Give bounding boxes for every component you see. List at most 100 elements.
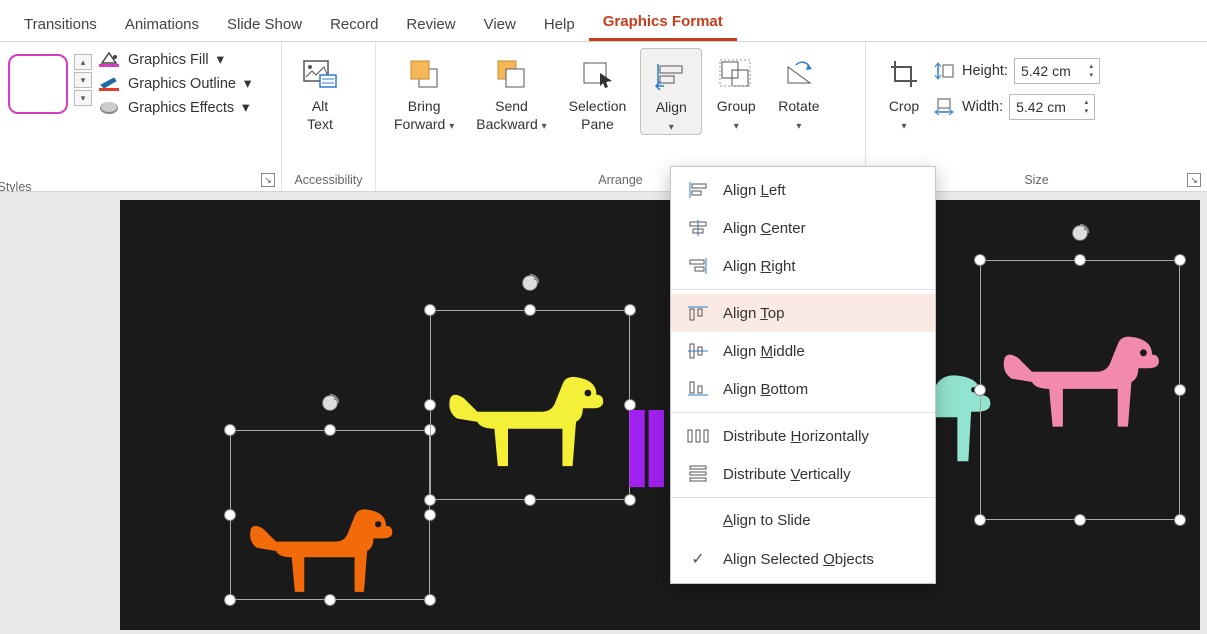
- menu-align-left[interactable]: Align Left: [671, 171, 935, 209]
- spinner-icon[interactable]: ▴▾: [1089, 63, 1093, 79]
- menu-align-to-slide[interactable]: Align to Slide: [671, 502, 935, 539]
- menu-align-selected-label: Align Selected Objects: [723, 551, 874, 568]
- chevron-down-icon: ▾: [449, 121, 454, 132]
- menu-separator: [671, 412, 935, 413]
- height-icon: [934, 62, 956, 80]
- rotate-icon: [779, 54, 819, 94]
- align-bottom-icon: [687, 380, 709, 398]
- gallery-down-icon[interactable]: ▾: [74, 72, 92, 88]
- selection-pane-button[interactable]: SelectionPane: [559, 48, 637, 133]
- group-label-accessibility: Accessibility: [282, 170, 375, 191]
- menu-align-top-label: Align Top: [723, 305, 784, 322]
- group-button[interactable]: Group▾: [706, 48, 766, 133]
- menu-align-right[interactable]: Align Right: [671, 247, 935, 285]
- crop-label: Crop: [889, 98, 919, 114]
- selected-graphic-3[interactable]: [980, 260, 1180, 520]
- graphics-fill-label: Graphics Fill: [128, 52, 209, 68]
- tab-transitions[interactable]: Transitions: [10, 6, 111, 41]
- chevron-down-icon: ▾: [244, 76, 251, 92]
- tab-record[interactable]: Record: [316, 6, 392, 41]
- align-right-icon: [687, 257, 709, 275]
- menu-align-selected-objects[interactable]: ✓ Align Selected Objects: [671, 539, 935, 579]
- menu-align-center-label: Align Center: [723, 220, 806, 237]
- alt-text-icon: [300, 54, 340, 94]
- rotate-handle-icon[interactable]: [519, 272, 541, 299]
- align-dropdown-menu: Align Left Align Center Align Right Alig…: [670, 166, 936, 584]
- menu-align-top[interactable]: Align Top: [671, 294, 935, 332]
- align-button[interactable]: Align▾: [640, 48, 702, 135]
- alt-text-label-2: Text: [307, 116, 333, 132]
- dialog-launcher-icon[interactable]: ↘: [1187, 173, 1201, 187]
- align-middle-icon: [687, 342, 709, 360]
- spinner-icon[interactable]: ▴▾: [1085, 99, 1089, 115]
- chevron-down-icon: ▾: [669, 122, 674, 133]
- crop-button[interactable]: Crop▾: [874, 48, 934, 133]
- height-label: Height:: [962, 63, 1008, 79]
- menu-align-bottom[interactable]: Align Bottom: [671, 370, 935, 408]
- send-backward-button[interactable]: Send Backward ▾: [466, 48, 556, 133]
- graphics-effects-button[interactable]: Graphics Effects ▾: [98, 100, 251, 116]
- align-icon: [651, 55, 691, 95]
- selected-graphic-2[interactable]: [430, 310, 630, 500]
- menu-align-middle[interactable]: Align Middle: [671, 332, 935, 370]
- distribute-h-icon: [687, 427, 709, 445]
- bring-forward-label-2: Forward: [394, 116, 445, 132]
- menu-distribute-v-label: Distribute Vertically: [723, 466, 851, 483]
- graphics-effects-label: Graphics Effects: [128, 100, 234, 116]
- tab-view[interactable]: View: [470, 6, 530, 41]
- gallery-more-icon[interactable]: ▾: [74, 90, 92, 106]
- chevron-down-icon: ▾: [542, 121, 547, 132]
- send-backward-label-1: Send: [495, 98, 528, 114]
- group-icon: [716, 54, 756, 94]
- chevron-down-icon: ▾: [242, 100, 249, 116]
- send-backward-label-2: Backward: [476, 116, 537, 132]
- style-gallery-thumb[interactable]: [8, 54, 68, 114]
- menu-align-to-slide-label: Align to Slide: [723, 512, 811, 529]
- bring-forward-label-1: Bring: [408, 98, 441, 114]
- dialog-launcher-icon[interactable]: ↘: [261, 173, 275, 187]
- menu-separator: [671, 289, 935, 290]
- check-icon: ✓: [687, 549, 709, 569]
- width-input[interactable]: 5.42 cm▴▾: [1009, 94, 1095, 120]
- tab-animations[interactable]: Animations: [111, 6, 213, 41]
- tab-help[interactable]: Help: [530, 6, 589, 41]
- slide[interactable]: [120, 200, 1200, 630]
- chevron-down-icon: ▾: [734, 121, 739, 132]
- menu-align-middle-label: Align Middle: [723, 343, 805, 360]
- tab-slideshow[interactable]: Slide Show: [213, 6, 316, 41]
- width-row: Width: 5.42 cm▴▾: [934, 94, 1100, 120]
- alt-text-button[interactable]: Alt Text: [290, 48, 350, 133]
- ribbon: ▴ ▾ ▾ Graphics Fill ▾ Graphics Outline ▾…: [0, 42, 1207, 192]
- graphics-outline-button[interactable]: Graphics Outline ▾: [98, 76, 251, 92]
- chevron-down-icon: ▾: [217, 52, 224, 68]
- menu-align-right-label: Align Right: [723, 258, 796, 275]
- rotate-handle-icon[interactable]: [1069, 222, 1091, 249]
- height-row: Height: 5.42 cm▴▾: [934, 58, 1100, 84]
- graphics-fill-button[interactable]: Graphics Fill ▾: [98, 52, 251, 68]
- align-top-icon: [687, 304, 709, 322]
- ribbon-tabs: Transitions Animations Slide Show Record…: [0, 0, 1207, 42]
- menu-distribute-horizontal[interactable]: Distribute Horizontally: [671, 417, 935, 455]
- fill-icon: [98, 52, 120, 68]
- tab-review[interactable]: Review: [392, 6, 469, 41]
- bring-forward-button[interactable]: Bring Forward ▾: [384, 48, 464, 133]
- gallery-up-icon[interactable]: ▴: [74, 54, 92, 70]
- alt-text-label-1: Alt: [312, 98, 328, 114]
- editor-canvas[interactable]: [0, 192, 1207, 634]
- align-center-icon: [687, 219, 709, 237]
- tab-graphics-format[interactable]: Graphics Format: [589, 3, 737, 41]
- outline-icon: [98, 76, 120, 92]
- graphics-outline-label: Graphics Outline: [128, 76, 236, 92]
- selection-pane-label-2: Pane: [581, 116, 614, 132]
- menu-distribute-vertical[interactable]: Distribute Vertically: [671, 455, 935, 493]
- group-accessibility: Alt Text Accessibility: [282, 42, 376, 191]
- menu-separator: [671, 497, 935, 498]
- style-gallery-scroll[interactable]: ▴ ▾ ▾: [74, 54, 92, 106]
- height-input[interactable]: 5.42 cm▴▾: [1014, 58, 1100, 84]
- group-label-size-text: Size: [1024, 173, 1048, 187]
- menu-align-center[interactable]: Align Center: [671, 209, 935, 247]
- distribute-v-icon: [687, 465, 709, 483]
- selected-graphic-1[interactable]: [230, 430, 430, 600]
- rotate-button[interactable]: Rotate▾: [768, 48, 829, 133]
- rotate-handle-icon[interactable]: [319, 392, 341, 419]
